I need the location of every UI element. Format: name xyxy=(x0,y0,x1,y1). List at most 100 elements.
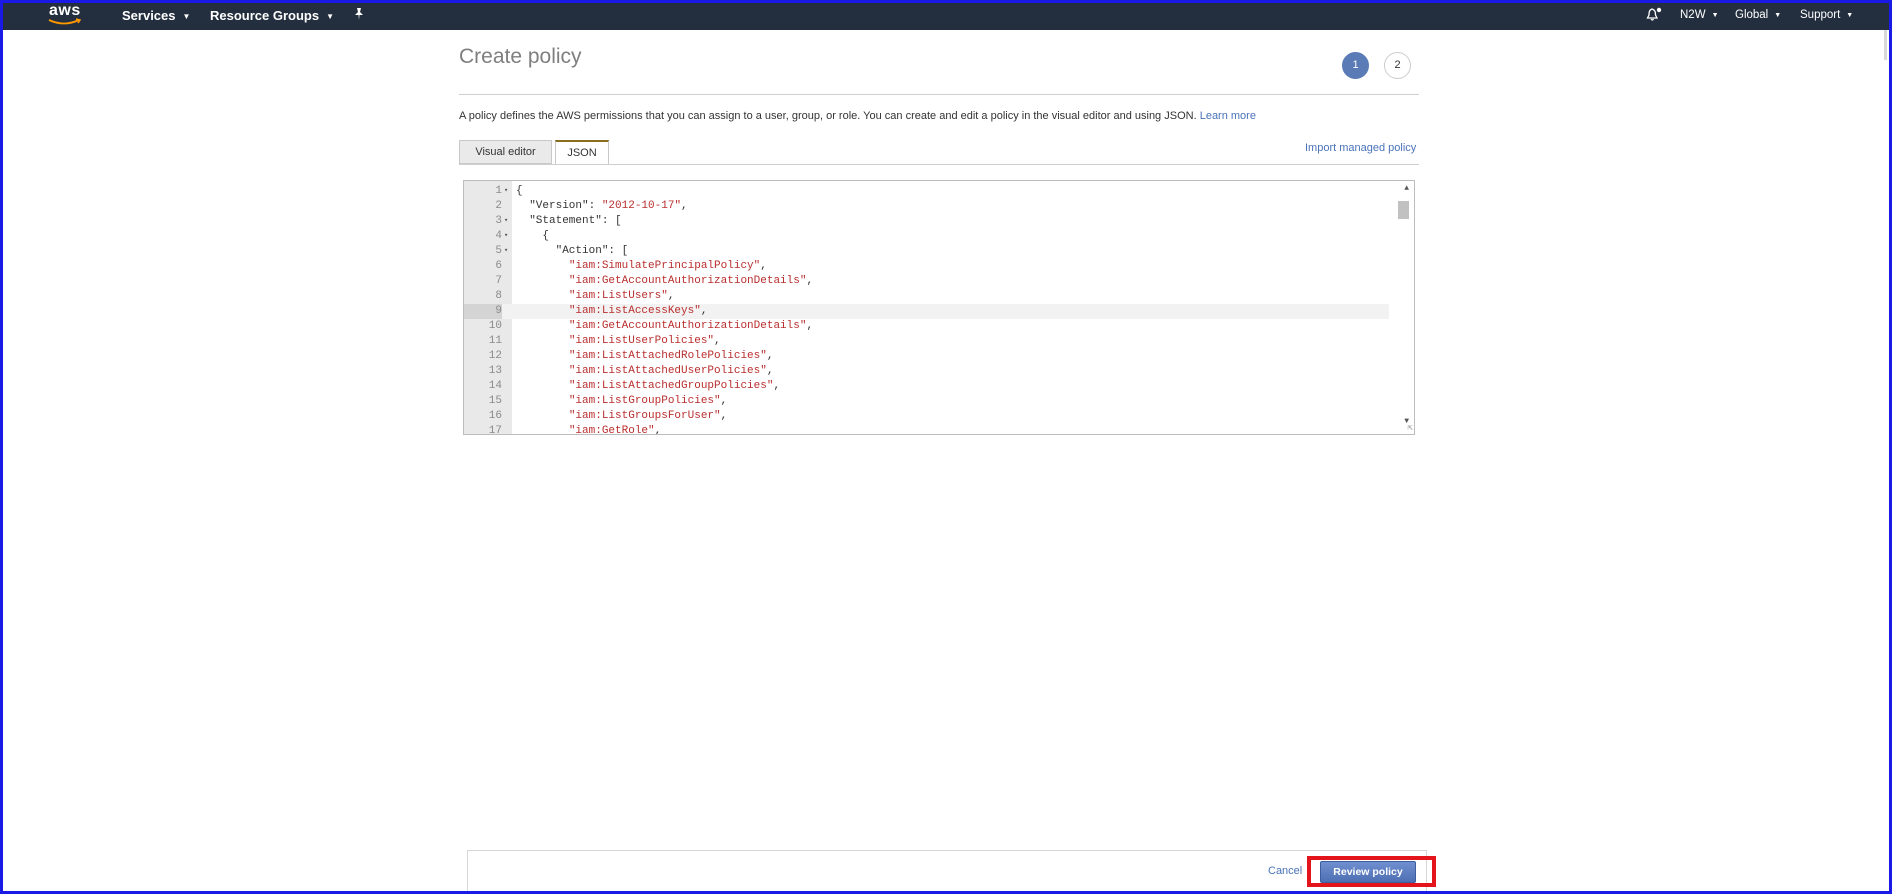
bell-icon[interactable] xyxy=(1646,7,1662,25)
line-number: 5 xyxy=(495,245,502,257)
code-line[interactable]: 9 "iam:ListAccessKeys", xyxy=(464,304,1389,319)
code-line[interactable]: 14 "iam:ListAttachedGroupPolicies", xyxy=(464,379,1389,394)
account-menu[interactable]: N2W ▼ xyxy=(1680,9,1719,21)
line-number: 13 xyxy=(488,365,502,377)
chevron-down-icon: ▼ xyxy=(326,12,335,21)
cancel-link[interactable]: Cancel xyxy=(1268,865,1302,877)
window-border xyxy=(0,0,1892,894)
wizard-step-2[interactable]: 2 xyxy=(1384,52,1411,79)
line-number: 8 xyxy=(495,290,502,302)
code-string: "iam:GetAccountAuthorizationDetails" xyxy=(568,320,807,332)
support-menu[interactable]: Support ▼ xyxy=(1800,9,1853,21)
header-divider xyxy=(459,94,1419,95)
resize-handle-icon[interactable]: ⇱ xyxy=(1408,423,1413,433)
code-string: "2012-10-17" xyxy=(601,200,682,212)
line-number: 16 xyxy=(488,410,502,422)
code-line[interactable]: 4 ▾ { xyxy=(464,229,1389,244)
fold-arrow-icon[interactable]: ▾ xyxy=(504,214,508,229)
fold-arrow-icon[interactable]: ▾ xyxy=(504,229,508,244)
tab-json[interactable]: JSON xyxy=(555,140,609,165)
line-number: 4 xyxy=(495,230,502,242)
region-menu[interactable]: Global ▼ xyxy=(1735,9,1781,21)
code-text: "Action": [ xyxy=(516,244,629,259)
editor-scrollbar[interactable]: ▲ ▼ xyxy=(1396,181,1414,434)
line-number: 3 xyxy=(495,215,502,227)
scroll-up-arrow-icon[interactable]: ▲ xyxy=(1404,184,1409,193)
tab-visual-editor[interactable]: Visual editor xyxy=(459,140,552,164)
review-policy-button[interactable]: Review policy xyxy=(1320,861,1416,883)
window-scrollbar-edge xyxy=(1884,30,1887,60)
code-string: "iam:GetAccountAuthorizationDetails" xyxy=(568,275,807,287)
code-token: "Statement": [ xyxy=(516,215,622,227)
fold-arrow-icon[interactable]: ▾ xyxy=(504,184,508,199)
resource-groups-label: Resource Groups xyxy=(210,8,320,23)
code-line[interactable]: 15 "iam:ListGroupPolicies", xyxy=(464,394,1389,409)
code-line[interactable]: 12 "iam:ListAttachedRolePolicies", xyxy=(464,349,1389,364)
code-line[interactable]: 5 ▾ "Action": [ xyxy=(464,244,1389,259)
code-text: "iam:GetAccountAuthorizationDetails", xyxy=(516,319,813,334)
code-string: "iam:ListAttachedRolePolicies" xyxy=(568,350,767,362)
code-line[interactable]: 3 ▾ "Statement": [ xyxy=(464,214,1389,229)
code-text: "iam:ListAttachedRolePolicies", xyxy=(516,349,774,364)
code-token: , xyxy=(766,365,774,377)
code-text: "iam:ListAccessKeys", xyxy=(516,304,708,319)
policy-description: A policy defines the AWS permissions tha… xyxy=(459,110,1256,122)
chevron-down-icon: ▼ xyxy=(1774,12,1782,19)
code-text: "iam:SimulatePrincipalPolicy", xyxy=(516,259,767,274)
line-number: 9 xyxy=(464,304,502,319)
import-managed-policy-link[interactable]: Import managed policy xyxy=(1305,142,1416,154)
resource-groups-menu[interactable]: Resource Groups ▼ xyxy=(210,8,334,23)
services-menu[interactable]: Services ▼ xyxy=(122,8,190,23)
code-line[interactable]: 8 "iam:ListUsers", xyxy=(464,289,1389,304)
code-text: "iam:GetRole", xyxy=(516,424,662,435)
code-line[interactable]: 16 "iam:ListGroupsForUser", xyxy=(464,409,1389,424)
line-number: 6 xyxy=(495,260,502,272)
code-text: { xyxy=(516,229,549,244)
code-string: "iam:ListUsers" xyxy=(568,290,668,302)
code-line[interactable]: 7 "iam:GetAccountAuthorizationDetails", xyxy=(464,274,1389,289)
line-number: 17 xyxy=(488,425,502,435)
code-line[interactable]: 10 "iam:GetAccountAuthorizationDetails", xyxy=(464,319,1389,334)
code-token: "Version": xyxy=(516,200,602,212)
code-text: "Version": "2012-10-17", xyxy=(516,199,687,214)
aws-logo[interactable]: aws xyxy=(44,2,84,28)
line-number: 7 xyxy=(495,275,502,287)
code-text: "iam:ListGroupsForUser", xyxy=(516,409,727,424)
code-token: { xyxy=(516,185,523,197)
wizard-step-1: 1 xyxy=(1342,52,1369,79)
code-token: , xyxy=(654,425,662,435)
code-line[interactable]: 17 "iam:GetRole", xyxy=(464,424,1389,435)
region-label: Global xyxy=(1735,9,1769,21)
pin-icon[interactable] xyxy=(353,7,365,24)
learn-more-link[interactable]: Learn more xyxy=(1200,110,1256,122)
code-text: "iam:ListAttachedUserPolicies", xyxy=(516,364,774,379)
support-label: Support xyxy=(1800,9,1841,21)
scroll-thumb[interactable] xyxy=(1398,201,1409,219)
code-line[interactable]: 2 "Version": "2012-10-17", xyxy=(464,199,1389,214)
code-line[interactable]: 13 "iam:ListAttachedUserPolicies", xyxy=(464,364,1389,379)
json-editor[interactable]: 1 ▾{2 "Version": "2012-10-17", 3 ▾ "Stateme… xyxy=(463,180,1415,435)
code-text: "iam:ListUserPolicies", xyxy=(516,334,721,349)
code-token: { xyxy=(516,230,550,242)
code-text: "Statement": [ xyxy=(516,214,622,229)
code-string: "iam:GetRole" xyxy=(568,425,655,435)
line-number: 15 xyxy=(488,395,502,407)
page-title: Create policy xyxy=(459,45,582,68)
code-line[interactable]: 11 "iam:ListUserPolicies", xyxy=(464,334,1389,349)
code-line[interactable]: 1 ▾ { xyxy=(464,184,1389,199)
services-label: Services xyxy=(122,8,176,23)
code-line[interactable]: 6 "iam:SimulatePrincipalPolicy", xyxy=(464,259,1389,274)
code-token: , xyxy=(700,305,708,317)
account-label: N2W xyxy=(1680,9,1706,21)
fold-arrow-icon[interactable]: ▾ xyxy=(504,244,508,259)
line-number: 14 xyxy=(488,380,502,392)
code-string: "iam:ListGroupPolicies" xyxy=(568,395,721,407)
